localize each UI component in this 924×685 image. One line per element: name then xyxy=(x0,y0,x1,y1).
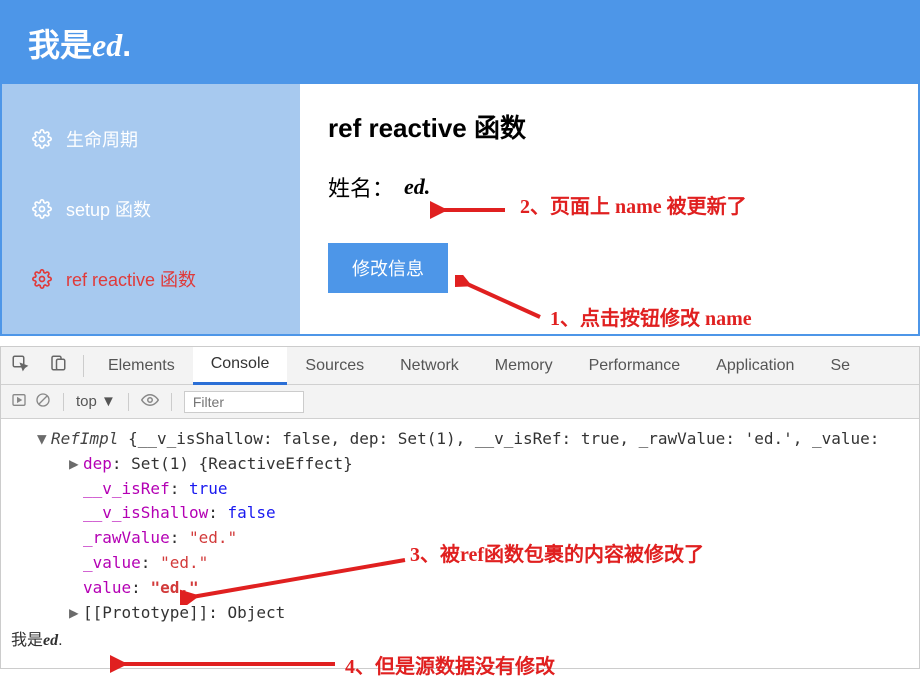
prop-value: Set(1) {ReactiveEffect} xyxy=(131,454,353,473)
prop-key: _rawValue xyxy=(83,528,170,547)
annotation-3: 3、被ref函数包裹的内容被修改了 xyxy=(410,538,704,567)
summary-props: {__v_isShallow: false, dep: Set(1), __v_… xyxy=(128,429,879,448)
filter-input[interactable] xyxy=(184,391,304,413)
prop-value: "ed." xyxy=(150,578,198,597)
separator xyxy=(83,355,84,377)
log-prefix: 我是 xyxy=(11,632,43,649)
tab-label: Elements xyxy=(108,357,175,375)
console-prop-row: value: "ed." xyxy=(11,576,909,601)
tab-sources[interactable]: Sources xyxy=(287,347,382,385)
tab-memory[interactable]: Memory xyxy=(477,347,571,385)
tab-label: Sources xyxy=(305,357,364,375)
caret-down-icon: ▼ xyxy=(37,427,51,452)
tab-console[interactable]: Console xyxy=(193,347,288,385)
prop-value: false xyxy=(228,503,276,522)
header-suffix: . xyxy=(122,27,131,63)
tab-label: Console xyxy=(211,355,270,373)
tab-application[interactable]: Application xyxy=(698,347,812,385)
sidebar-item-label: 生命周期 xyxy=(66,126,138,152)
caret-right-icon: ▶ xyxy=(69,601,83,626)
caret-right-icon: ▶ xyxy=(69,452,83,477)
prop-value: "ed." xyxy=(160,553,208,572)
prop-value: true xyxy=(189,479,228,498)
page-title: ref reactive 函数 xyxy=(328,108,890,145)
devtools-panel: Elements Console Sources Network Memory … xyxy=(0,346,920,669)
play-icon[interactable] xyxy=(11,392,27,412)
log-suffix: . xyxy=(58,632,62,649)
log-italic: ed xyxy=(43,632,58,649)
gear-icon xyxy=(32,199,52,219)
prop-key: _value xyxy=(83,553,141,572)
prop-value: Object xyxy=(228,603,286,622)
sidebar-item-setup[interactable]: setup 函数 xyxy=(2,174,300,244)
tab-label: Performance xyxy=(589,357,681,375)
inspect-icon[interactable] xyxy=(1,354,39,377)
app-body: 生命周期 setup 函数 ref reactive 函数 ref reacti… xyxy=(2,84,918,334)
eye-icon[interactable] xyxy=(141,391,159,413)
prop-key: dep xyxy=(83,454,112,473)
app-window: 我是ed. 生命周期 setup 函数 ref reactive 函数 ref … xyxy=(0,0,920,336)
console-object-summary[interactable]: ▼RefImpl {__v_isShallow: false, dep: Set… xyxy=(11,427,909,452)
tab-network[interactable]: Network xyxy=(382,347,477,385)
console-prop-row[interactable]: ▶dep: Set(1) {ReactiveEffect} xyxy=(11,452,909,477)
annotation-4: 4、但是源数据没有修改 xyxy=(345,650,555,679)
separator xyxy=(128,393,129,411)
console-prop-row[interactable]: ▶[[Prototype]]: Object xyxy=(11,601,909,626)
annotation-1: 1、点击按钮修改 name xyxy=(550,302,752,331)
tab-label: Application xyxy=(716,357,794,375)
tab-label: Memory xyxy=(495,357,553,375)
sidebar-item-label: ref reactive 函数 xyxy=(66,266,196,292)
header-prefix: 我是 xyxy=(28,27,92,63)
prop-key: __v_isShallow xyxy=(83,503,208,522)
tab-security[interactable]: Se xyxy=(812,347,868,385)
separator xyxy=(171,393,172,411)
devtools-tabbar: Elements Console Sources Network Memory … xyxy=(1,347,919,385)
edit-info-button[interactable]: 修改信息 xyxy=(328,243,448,293)
tab-label: Network xyxy=(400,357,459,375)
scope-label: top xyxy=(76,393,97,410)
sidebar-item-ref-reactive[interactable]: ref reactive 函数 xyxy=(2,244,300,314)
name-value: ed. xyxy=(404,174,430,200)
console-prop-row: __v_isShallow: false xyxy=(11,501,909,526)
separator xyxy=(63,393,64,411)
tab-elements[interactable]: Elements xyxy=(90,347,193,385)
gear-icon xyxy=(32,129,52,149)
class-name: RefImpl xyxy=(51,429,118,448)
header-italic: ed xyxy=(92,27,122,63)
device-toggle-icon[interactable] xyxy=(39,354,77,377)
tab-performance[interactable]: Performance xyxy=(571,347,699,385)
annotation-2: 2、页面上 name 被更新了 xyxy=(520,190,747,219)
prop-value: "ed." xyxy=(189,528,237,547)
scope-selector[interactable]: top ▼ xyxy=(76,393,116,410)
prop-key: [[Prototype]] xyxy=(83,603,208,622)
sidebar-item-label: setup 函数 xyxy=(66,196,151,222)
console-prop-row: __v_isRef: true xyxy=(11,477,909,502)
app-header: 我是ed. xyxy=(2,2,918,84)
clear-console-icon[interactable] xyxy=(35,392,51,412)
sidebar: 生命周期 setup 函数 ref reactive 函数 xyxy=(2,84,300,334)
gear-icon xyxy=(32,269,52,289)
sidebar-item-lifecycle[interactable]: 生命周期 xyxy=(2,104,300,174)
prop-key: value xyxy=(83,578,131,597)
tab-label: Se xyxy=(830,357,850,375)
name-label: 姓名： xyxy=(328,171,394,203)
prop-key: __v_isRef xyxy=(83,479,170,498)
console-toolbar: top ▼ xyxy=(1,385,919,419)
